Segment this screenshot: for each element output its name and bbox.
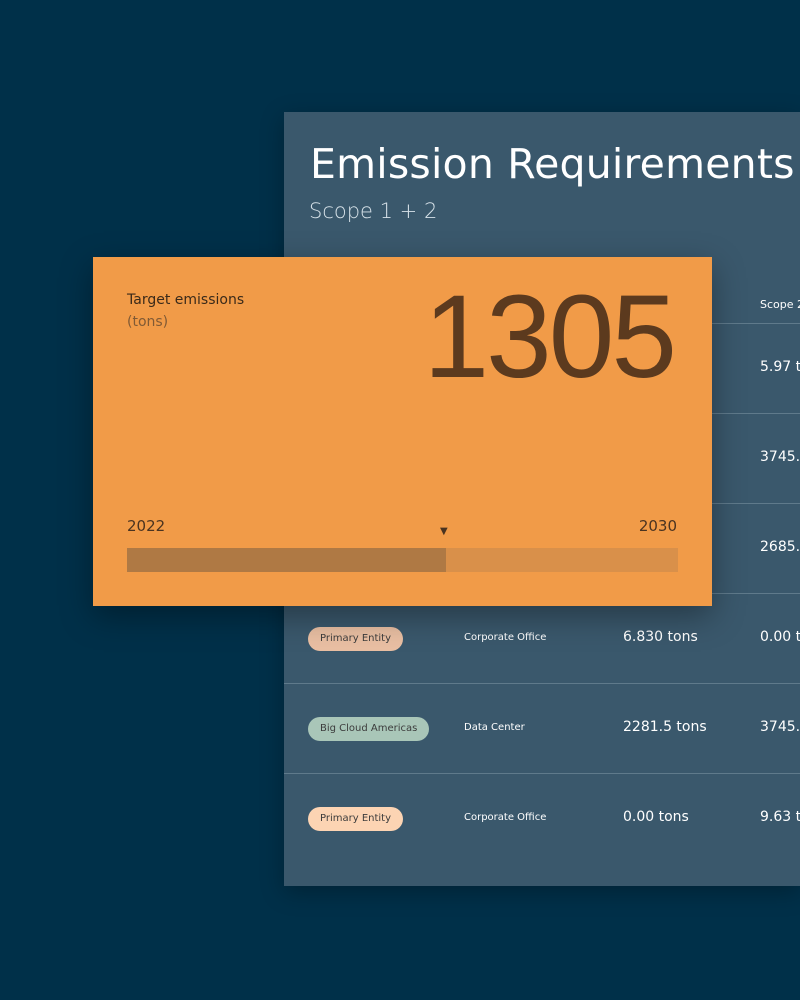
target-emissions-label: Target emissions [127, 292, 245, 308]
scope-1-value: 0.00 tons [623, 809, 689, 825]
site-type: Data Center [464, 722, 525, 733]
scope-1-value: 2281.5 tons [623, 719, 707, 735]
site-type: Corporate Office [464, 812, 547, 823]
target-emissions-value: 1305 [423, 271, 677, 403]
timeline-end-year: 2030 [638, 517, 677, 535]
page-subtitle: Scope 1 + 2 [309, 199, 438, 223]
scope-2-value: 0.00 t [760, 629, 800, 645]
scope-2-value: 2685. [760, 539, 800, 555]
scope-2-value: 3745.( [760, 719, 800, 735]
entity-badge[interactable]: Primary Entity [308, 627, 404, 651]
scope-2-value: 3745.( [760, 449, 800, 465]
column-header-scope-2: Scope 2 [760, 298, 800, 311]
page-title: Emission Requirements [310, 140, 795, 188]
entity-badge[interactable]: Primary Entity [308, 807, 404, 831]
table-row[interactable]: Primary Entity Corporate Office 6.830 tons… [284, 593, 800, 684]
scope-2-value: 9.63 t [760, 809, 800, 825]
scope-2-value: 5.97 t [760, 359, 800, 375]
site-type: Corporate Office [464, 632, 547, 643]
timeline-progress-fill [127, 548, 447, 572]
timeline-start-year: 2022 [127, 517, 166, 535]
target-emissions-unit: (tons) [127, 314, 169, 330]
table-row[interactable]: Primary Entity Corporate Office 0.00 tons 9… [284, 773, 800, 864]
target-emissions-card: Target emissions (tons) 1305 2022 2030 ▼ [93, 257, 712, 606]
scope-1-value: 6.830 tons [623, 629, 698, 645]
table-row[interactable]: Big Cloud Americas Data Center 2281.5 tons… [284, 683, 800, 774]
timeline-progress-bar [127, 548, 678, 572]
entity-badge[interactable]: Big Cloud Americas [308, 717, 430, 741]
timeline-marker-icon: ▼ [440, 526, 448, 537]
